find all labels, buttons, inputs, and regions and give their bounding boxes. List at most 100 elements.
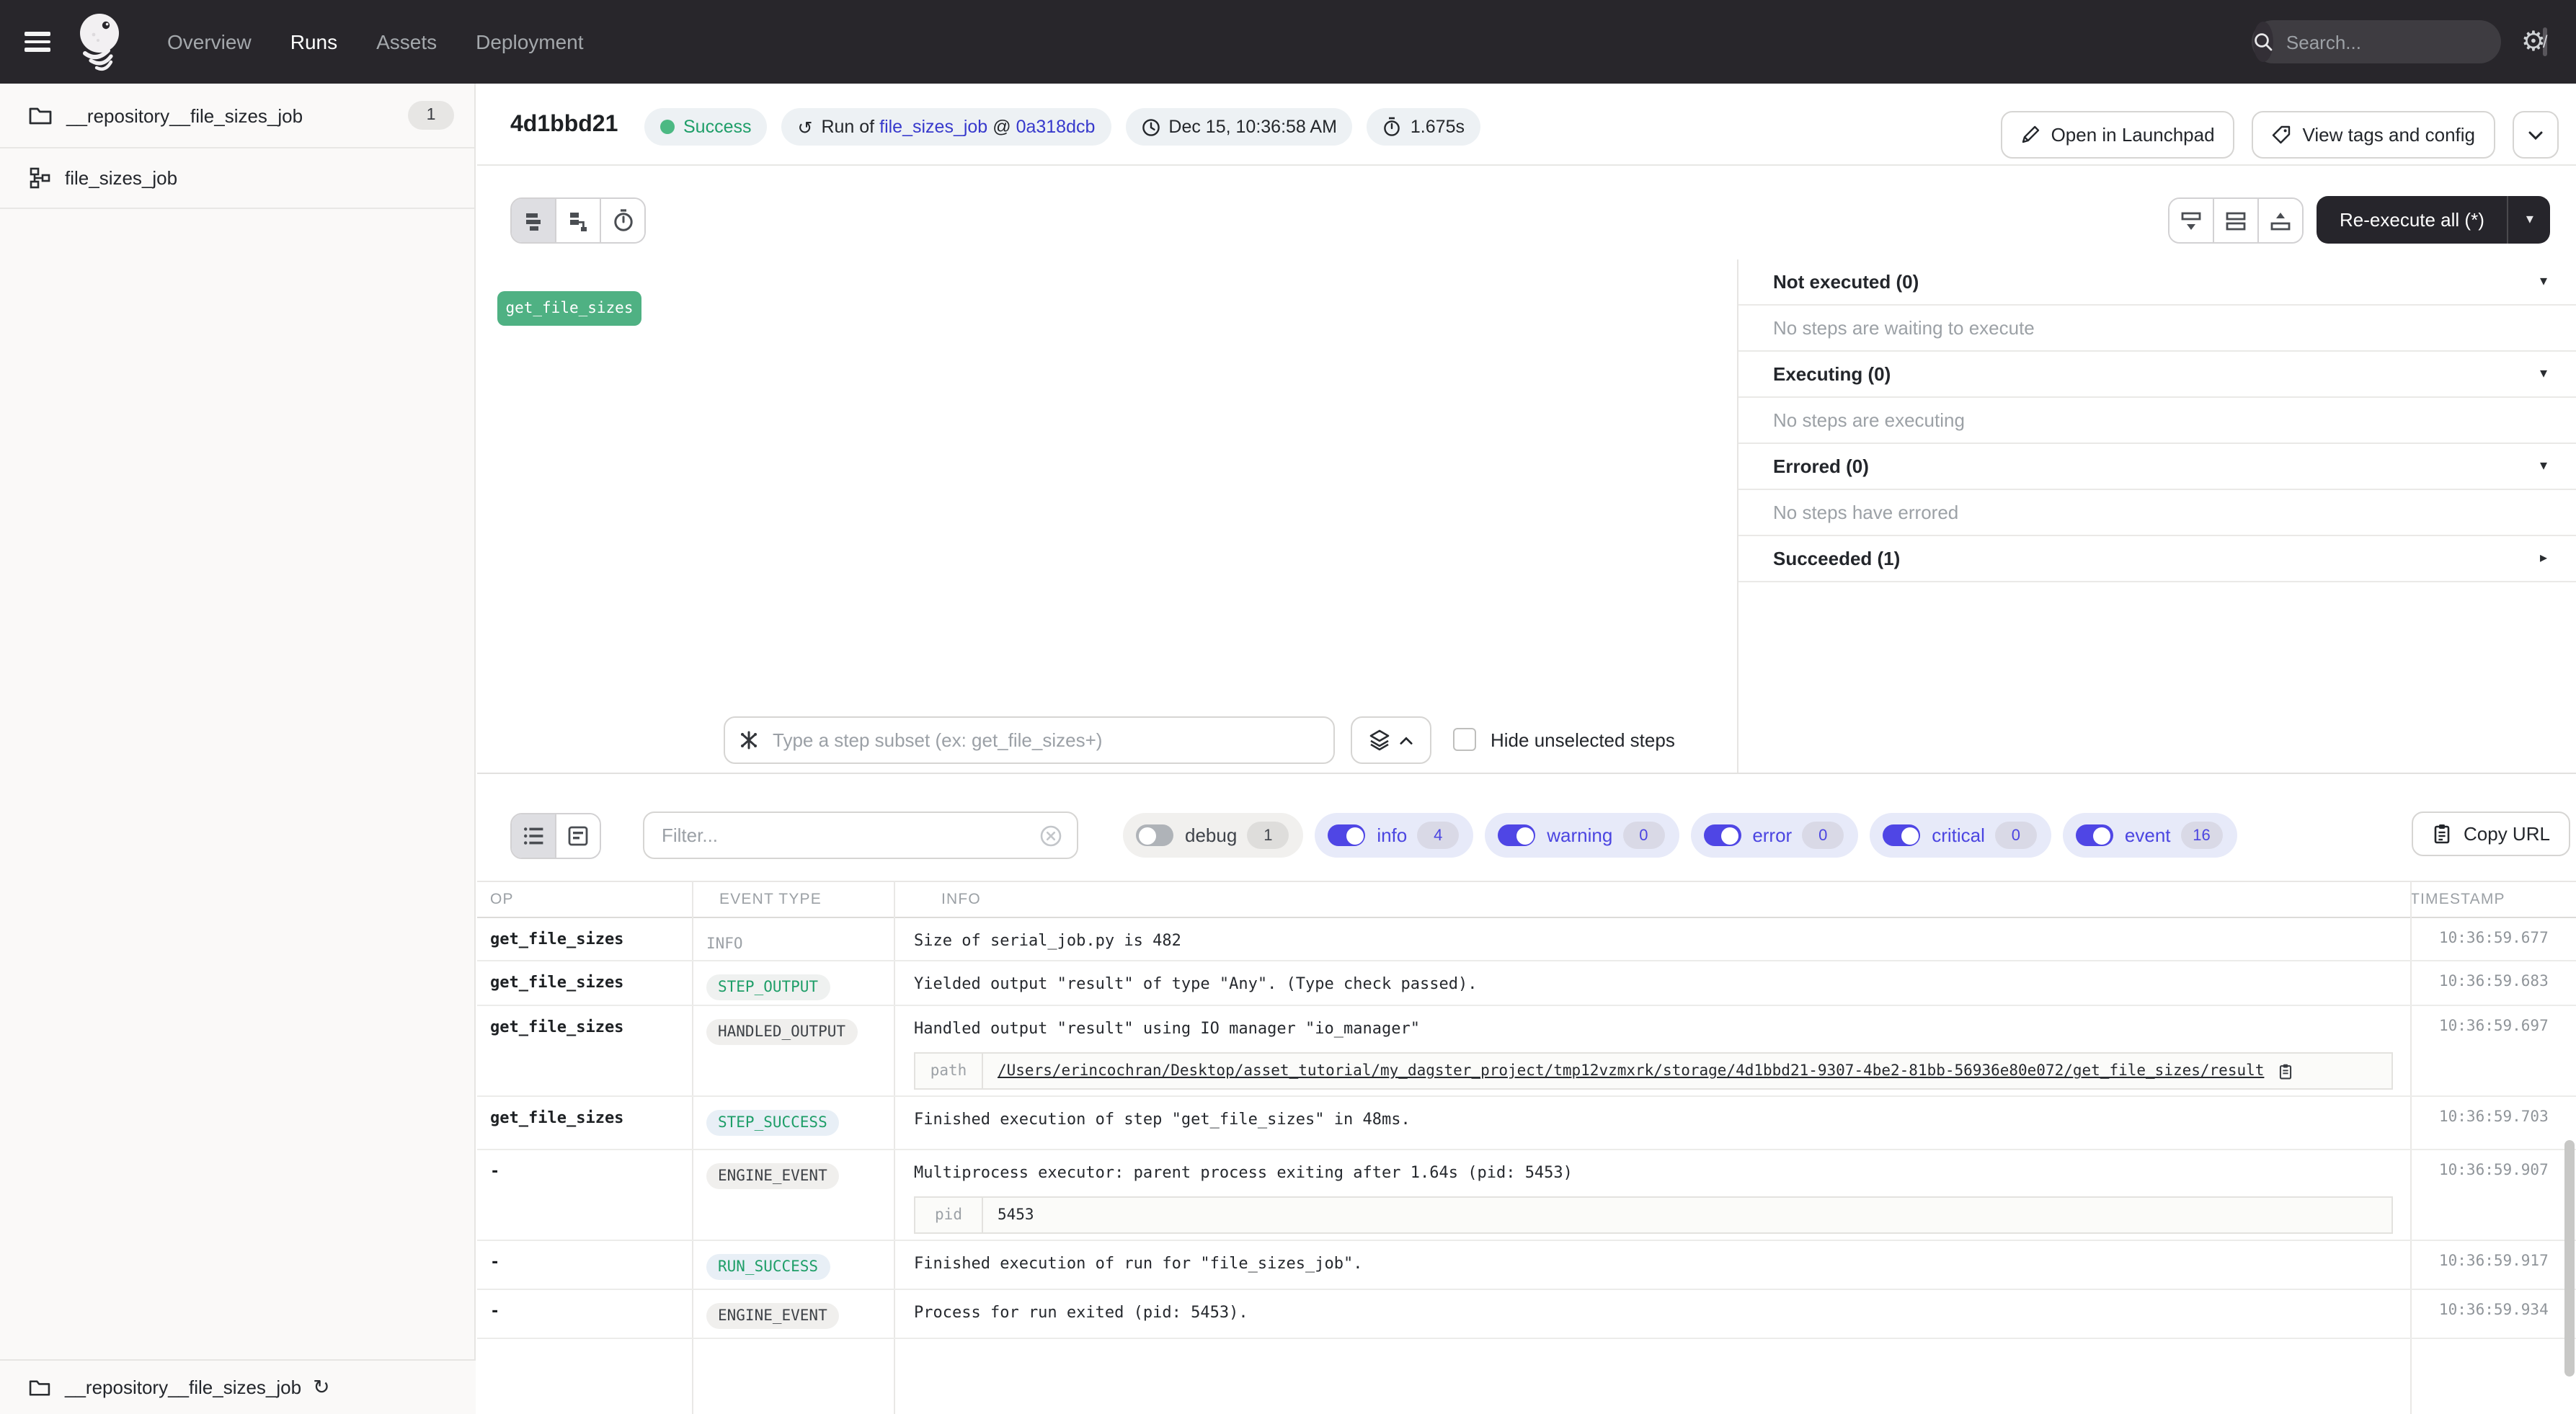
event-type-badge: INFO (706, 931, 755, 957)
caret-down-icon[interactable]: ▾ (2540, 274, 2547, 290)
log-row[interactable]: - RUN_SUCCESS Finished execution of run … (477, 1241, 2576, 1290)
panel-split-button[interactable] (2213, 199, 2257, 242)
path-link[interactable]: /Users/erincochran/Desktop/asset_tutoria… (998, 1062, 2264, 1080)
gear-icon[interactable]: ⚙ (2521, 28, 2546, 55)
gantt-flat-view-button[interactable] (512, 199, 555, 242)
level-count-badge: 4 (1417, 822, 1459, 849)
caret-right-icon[interactable]: ▸ (2540, 551, 2547, 566)
log-row[interactable]: get_file_sizes STEP_SUCCESS Finished exe… (477, 1097, 2576, 1150)
caret-down-icon[interactable]: ▾ (2540, 366, 2547, 382)
toggle-off-icon[interactable] (1136, 824, 1173, 846)
nav-deployment[interactable]: Deployment (476, 30, 583, 53)
refresh-icon[interactable]: ↻ (313, 1375, 329, 1400)
sidebar-item-job[interactable]: file_sizes_job (0, 148, 474, 209)
commit-link[interactable]: 0a318dcb (1016, 117, 1096, 137)
event-type-badge: HANDLED_OUTPUT (706, 1019, 857, 1045)
top-nav: Overview Runs Assets Deployment / ⚙ (0, 0, 2576, 84)
panel-top-collapse-button[interactable] (2257, 199, 2302, 242)
dagster-logo[interactable] (72, 9, 130, 75)
toggle-on-icon[interactable] (1328, 824, 1365, 846)
panel-bottom-collapse-button[interactable] (2169, 199, 2213, 242)
level-count-badge: 0 (1995, 822, 2037, 849)
panel-body-executing: No steps are executing (1738, 398, 2576, 444)
reexecute-caret-icon[interactable]: ▾ (2508, 196, 2551, 244)
sidebar: __repository__file_sizes_job 1 file_size… (0, 84, 476, 1414)
nav-assets[interactable]: Assets (376, 30, 437, 53)
filter-chip-error[interactable]: error 0 (1690, 813, 1858, 858)
clock-icon (1141, 117, 1160, 136)
toggle-on-icon[interactable] (2076, 824, 2113, 846)
timing-view-button[interactable] (600, 199, 644, 242)
panel-body-not-executed: No steps are waiting to execute (1738, 306, 2576, 352)
job-link[interactable]: file_sizes_job (879, 117, 987, 137)
log-list-view-button[interactable] (512, 814, 555, 858)
log-row[interactable]: - ENGINE_EVENT Process for run exited (p… (477, 1290, 2576, 1339)
clear-filter-icon[interactable] (1039, 824, 1062, 847)
filter-chip-debug[interactable]: debug 1 (1123, 813, 1303, 858)
log-table-header: OP EVENT TYPE INFO TIMESTAMP (477, 881, 2576, 918)
layers-icon (1369, 729, 1390, 751)
metadata-value: 5453 (983, 1198, 2391, 1232)
graph-query-options-button[interactable] (1351, 716, 1431, 764)
filter-chip-event[interactable]: event 16 (2063, 813, 2237, 858)
gantt-step-node[interactable]: get_file_sizes (497, 291, 641, 326)
duration-pill: 1.675s (1367, 108, 1480, 146)
log-scrollbar[interactable] (2564, 1140, 2575, 1377)
filter-chip-warning[interactable]: warning 0 (1485, 813, 1679, 858)
nav-runs[interactable]: Runs (290, 30, 337, 53)
log-row[interactable]: get_file_sizes HANDLED_OUTPUT Handled ou… (477, 1006, 2576, 1097)
sidebar-footer: __repository__file_sizes_job ↻ (0, 1359, 476, 1414)
log-level-filters: debug 1 info 4 warning 0 error 0 critica… (1123, 813, 2237, 858)
panel-body-errored: No steps have errored (1738, 490, 2576, 536)
nav-links: Overview Runs Assets Deployment (167, 30, 584, 53)
panel-section-not-executed[interactable]: Not executed (0) ▾ (1738, 259, 2576, 306)
hide-unselected-label: Hide unselected steps (1491, 729, 1675, 751)
step-subset-field (724, 716, 1335, 764)
global-search[interactable]: / (2252, 20, 2501, 63)
run-id-title: 4d1bbd21 (510, 112, 618, 138)
folder-icon (29, 1379, 50, 1396)
view-tags-config-button[interactable]: View tags and config (2252, 111, 2495, 159)
dagster-run-page: Overview Runs Assets Deployment / ⚙ __re… (0, 0, 2576, 1414)
toggle-on-icon[interactable] (1703, 824, 1741, 846)
col-info: INFO (921, 882, 2381, 917)
sidebar-job-label: file_sizes_job (65, 167, 177, 189)
toggle-on-icon[interactable] (1883, 824, 1920, 846)
copy-url-button[interactable]: Copy URL (2412, 812, 2570, 856)
caret-down-icon[interactable]: ▾ (2540, 458, 2547, 474)
op-selector-icon (738, 729, 760, 751)
step-subset-input[interactable] (770, 728, 1320, 752)
hide-unselected-checkbox[interactable] (1453, 728, 1476, 751)
pencil-icon (2021, 125, 2040, 144)
level-count-badge: 0 (1802, 822, 1844, 849)
event-type-badge: RUN_SUCCESS (706, 1254, 830, 1280)
log-row[interactable]: get_file_sizes INFO Size of serial_job.p… (477, 918, 2576, 961)
panel-layout-toggle-group (2168, 197, 2304, 244)
log-row[interactable]: - ENGINE_EVENT Multiprocess executor: pa… (477, 1150, 2576, 1241)
event-type-badge: STEP_SUCCESS (706, 1110, 839, 1136)
open-in-launchpad-button[interactable]: Open in Launchpad (2001, 111, 2235, 159)
log-view-toggle-group (510, 813, 601, 859)
filter-chip-info[interactable]: info 4 (1315, 813, 1473, 858)
header-more-button[interactable] (2513, 111, 2559, 159)
filter-chip-critical[interactable]: critical 0 (1870, 813, 2051, 858)
panel-section-executing[interactable]: Executing (0) ▾ (1738, 352, 2576, 398)
nav-overview[interactable]: Overview (167, 30, 252, 53)
reexecute-all-button[interactable]: Re-execute all (*) ▾ (2317, 196, 2551, 244)
job-graph-icon (29, 167, 50, 189)
search-input[interactable] (2283, 30, 2543, 54)
log-structured-view-button[interactable] (555, 814, 600, 858)
level-count-badge: 1 (1247, 822, 1289, 849)
gantt-waterfall-view-button[interactable] (555, 199, 600, 242)
sidebar-item-repository[interactable]: __repository__file_sizes_job 1 (0, 84, 474, 148)
copy-path-icon[interactable] (2277, 1062, 2293, 1080)
log-row[interactable]: get_file_sizes STEP_OUTPUT Yielded outpu… (477, 961, 2576, 1006)
sidebar-repo-label: __repository__file_sizes_job (66, 105, 303, 126)
log-filter-input[interactable] (659, 823, 1039, 848)
panel-section-errored[interactable]: Errored (0) ▾ (1738, 444, 2576, 490)
toggle-on-icon[interactable] (1498, 824, 1535, 846)
menu-icon[interactable] (25, 32, 50, 52)
event-type-badge: STEP_OUTPUT (706, 974, 830, 1000)
header-divider (477, 164, 2576, 166)
panel-section-succeeded[interactable]: Succeeded (1) ▸ (1738, 536, 2576, 582)
